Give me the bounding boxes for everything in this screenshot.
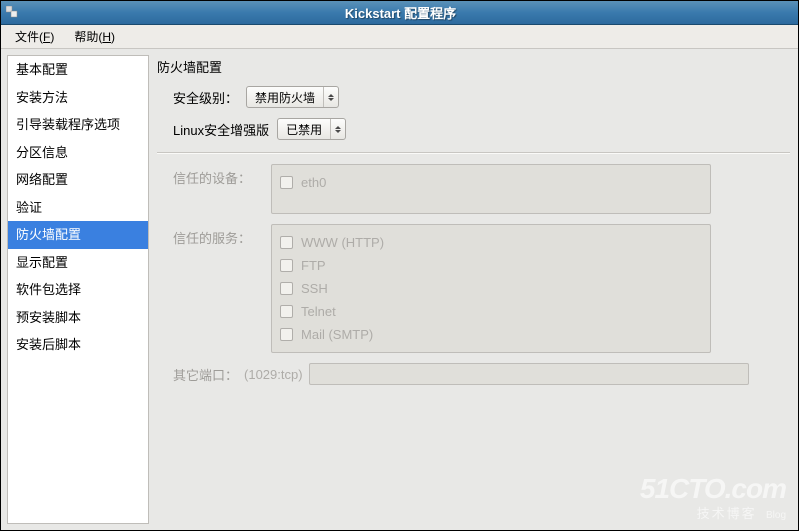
sidebar-item-partition[interactable]: 分区信息: [8, 139, 148, 167]
sidebar-item-postscript[interactable]: 安装后脚本: [8, 331, 148, 359]
checkbox-label-telnet: Telnet: [301, 304, 336, 319]
other-ports-input: [309, 363, 749, 385]
window-titlebar: Kickstart 配置程序: [1, 1, 798, 25]
separator: [157, 152, 790, 154]
selinux-value: 已禁用: [286, 121, 322, 138]
checkbox-row-mail: Mail (SMTP): [280, 323, 702, 346]
sidebar: 基本配置 安装方法 引导装载程序选项 分区信息 网络配置 验证 防火墙配置 显示…: [7, 55, 149, 524]
selinux-label: Linux安全增强版: [173, 120, 269, 139]
checkbox-row-ssh: SSH: [280, 277, 702, 300]
checkbox-ssh: [280, 282, 293, 295]
trusted-services-group: WWW (HTTP) FTP SSH Telnet Mail (SMTP): [271, 224, 711, 353]
selinux-dropdown[interactable]: 已禁用: [277, 118, 346, 140]
security-level-row: 安全级别： 禁用防火墙: [157, 82, 790, 114]
menubar: 文件(F) 帮助(H): [1, 25, 798, 49]
checkbox-row-www: WWW (HTTP): [280, 231, 702, 254]
checkbox-eth0: [280, 176, 293, 189]
checkbox-www: [280, 236, 293, 249]
checkbox-telnet: [280, 305, 293, 318]
window-title: Kickstart 配置程序: [27, 3, 794, 22]
app-icon: [5, 5, 21, 21]
other-ports-row: 其它端口： (1029:tcp): [157, 359, 790, 391]
other-ports-hint: (1029:tcp): [244, 367, 303, 382]
section-title: 防火墙配置: [157, 55, 790, 82]
trusted-devices-section: 信任的设备： eth0: [157, 160, 790, 220]
security-level-label: 安全级别：: [173, 88, 238, 107]
trusted-devices-label: 信任的设备：: [173, 164, 251, 214]
checkbox-label-ftp: FTP: [301, 258, 326, 273]
trusted-services-label: 信任的服务：: [173, 224, 251, 353]
dropdown-arrows-icon: [330, 119, 341, 139]
sidebar-item-packages[interactable]: 软件包选择: [8, 276, 148, 304]
dropdown-arrows-icon: [323, 87, 334, 107]
checkbox-label-eth0: eth0: [301, 175, 326, 190]
checkbox-row-telnet: Telnet: [280, 300, 702, 323]
checkbox-label-mail: Mail (SMTP): [301, 327, 373, 342]
selinux-row: Linux安全增强版 已禁用: [157, 114, 790, 146]
checkbox-row-ftp: FTP: [280, 254, 702, 277]
checkbox-label-www: WWW (HTTP): [301, 235, 384, 250]
sidebar-item-network[interactable]: 网络配置: [8, 166, 148, 194]
sidebar-item-bootloader[interactable]: 引导装载程序选项: [8, 111, 148, 139]
other-ports-label: 其它端口：: [173, 365, 238, 384]
sidebar-item-firewall[interactable]: 防火墙配置: [8, 221, 148, 249]
sidebar-item-basic[interactable]: 基本配置: [8, 56, 148, 84]
trusted-devices-group: eth0: [271, 164, 711, 214]
sidebar-item-display[interactable]: 显示配置: [8, 249, 148, 277]
main-panel: 防火墙配置 安全级别： 禁用防火墙 Linux安全增强版 已禁用 信任的设备： …: [149, 49, 798, 530]
checkbox-ftp: [280, 259, 293, 272]
sidebar-item-install[interactable]: 安装方法: [8, 84, 148, 112]
security-level-dropdown[interactable]: 禁用防火墙: [246, 86, 339, 108]
security-level-value: 禁用防火墙: [255, 89, 315, 106]
sidebar-item-auth[interactable]: 验证: [8, 194, 148, 222]
checkbox-mail: [280, 328, 293, 341]
menu-file[interactable]: 文件(F): [5, 25, 64, 48]
content-area: 基本配置 安装方法 引导装载程序选项 分区信息 网络配置 验证 防火墙配置 显示…: [1, 49, 798, 530]
menu-help[interactable]: 帮助(H): [64, 25, 125, 48]
sidebar-item-prescript[interactable]: 预安装脚本: [8, 304, 148, 332]
checkbox-label-ssh: SSH: [301, 281, 328, 296]
checkbox-row-eth0: eth0: [280, 171, 702, 194]
trusted-services-section: 信任的服务： WWW (HTTP) FTP SSH Telnet: [157, 220, 790, 359]
